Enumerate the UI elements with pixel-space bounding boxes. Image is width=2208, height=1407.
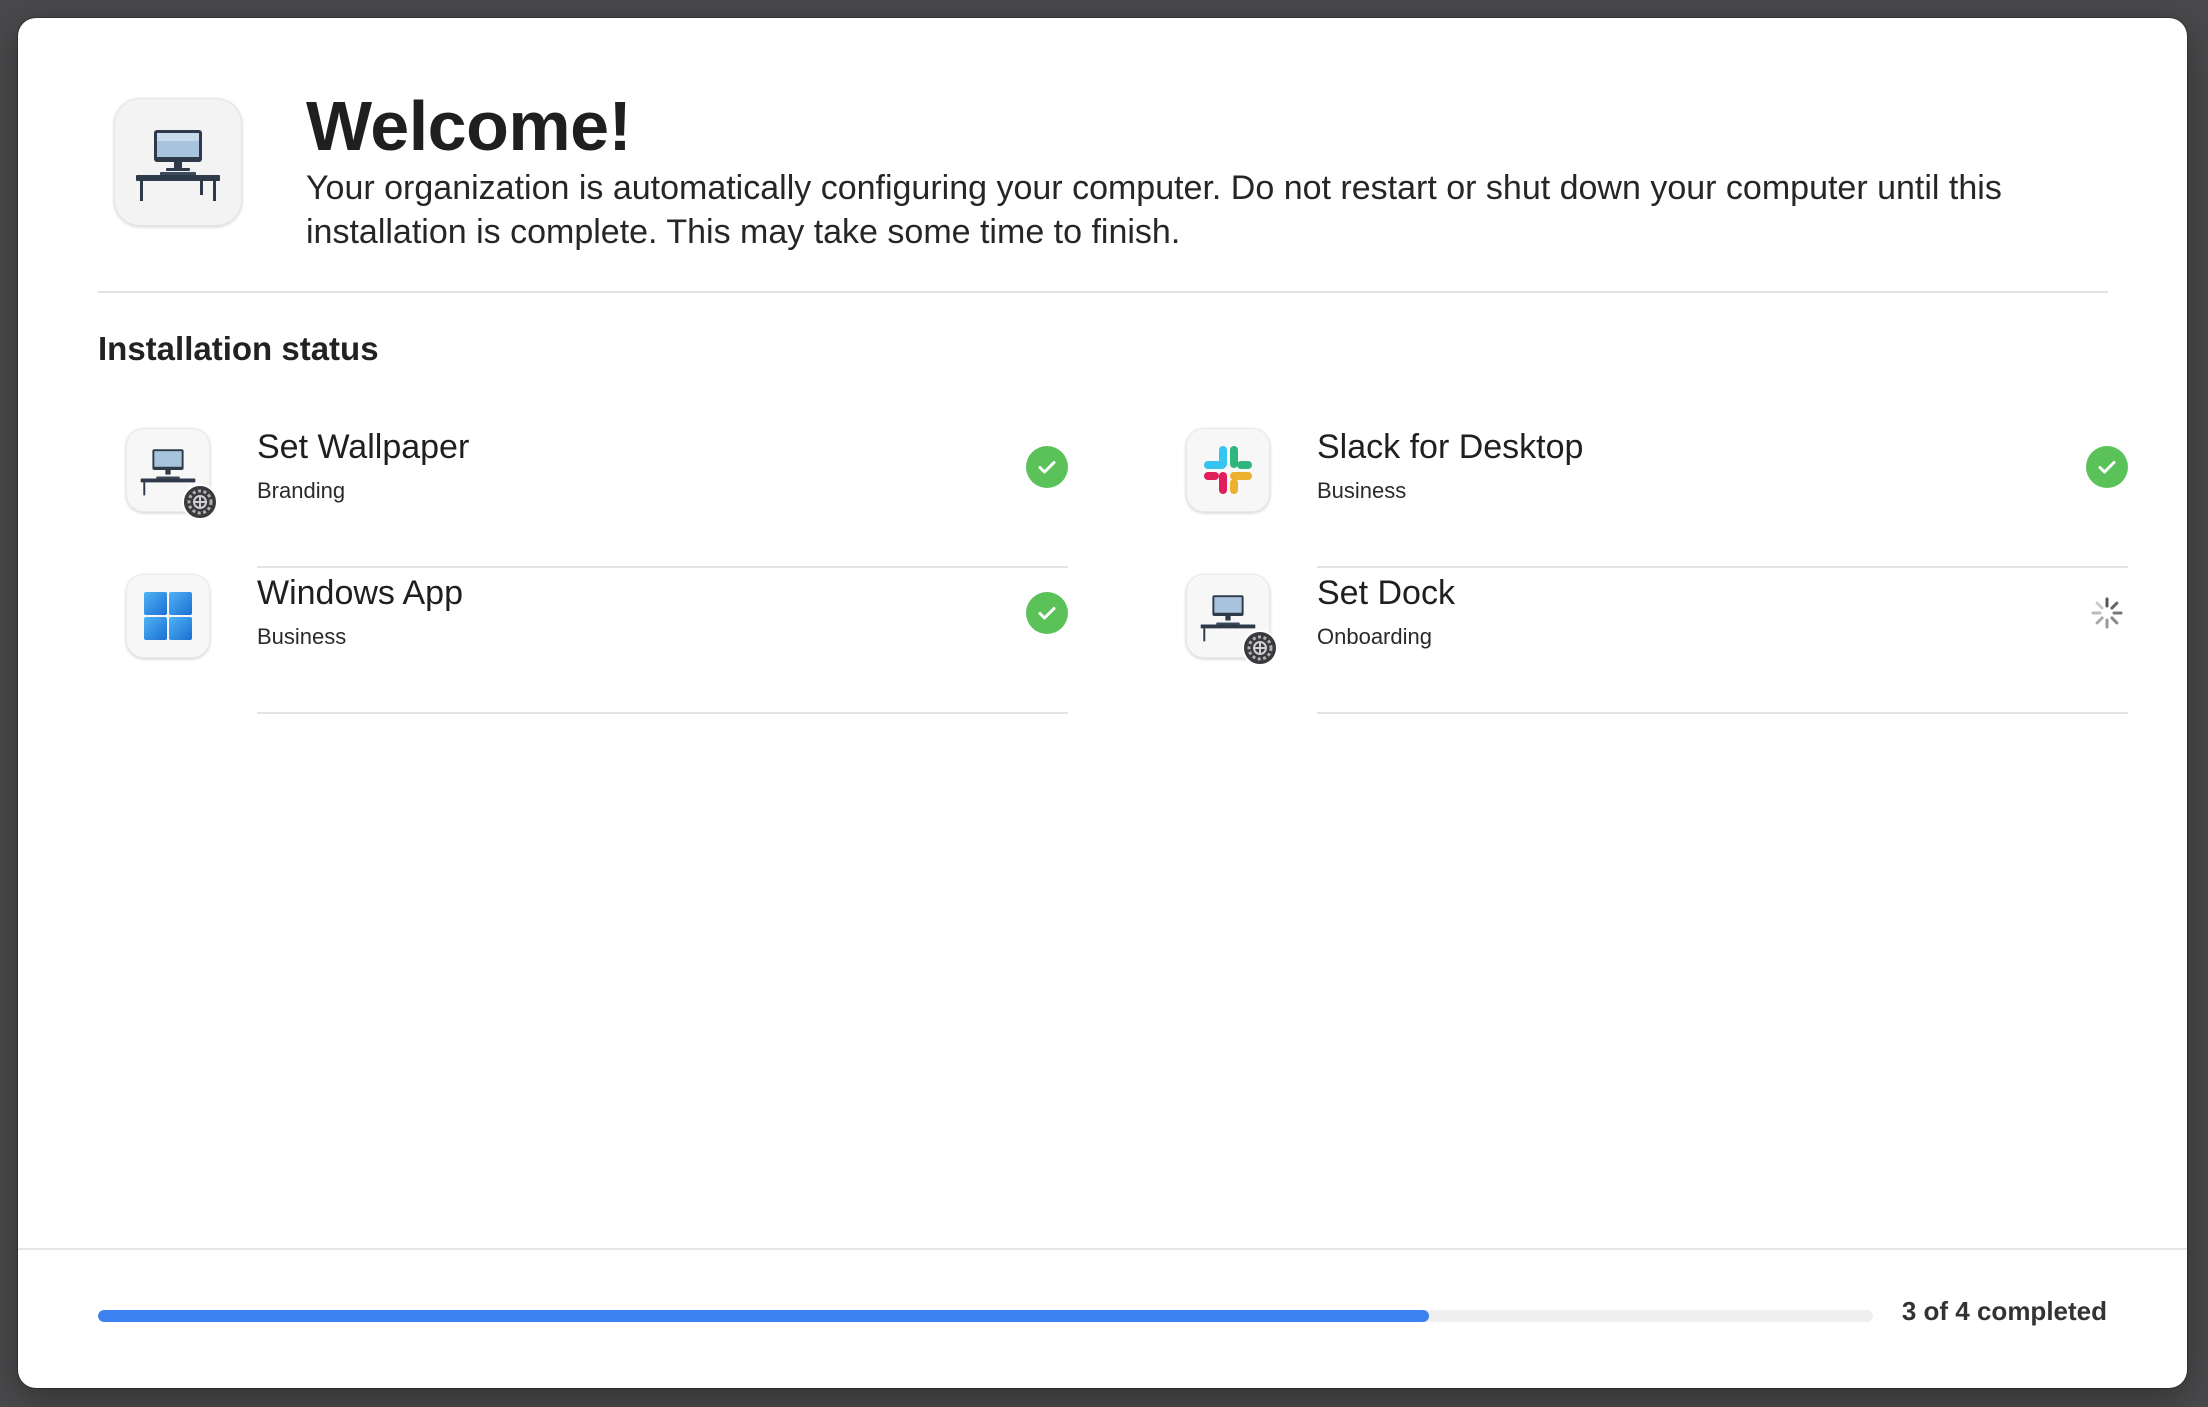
header: Welcome! Your organization is automatica… [18, 18, 2187, 292]
item-category: Business [257, 624, 347, 649]
checkmark-icon [1026, 592, 1068, 634]
gear-badge-icon [1242, 630, 1278, 666]
item-name: Set Dock [1317, 574, 1455, 612]
computer-desk-icon [114, 98, 242, 226]
list-item: Set Dock Onboarding [1178, 568, 2128, 714]
list-item: Slack for Desktop Business [1178, 422, 2128, 568]
checkmark-icon [1026, 446, 1068, 488]
slack-icon [1186, 428, 1270, 512]
header-divider [98, 291, 2108, 293]
item-category: Branding [257, 478, 346, 503]
computer-settings-icon [1186, 574, 1278, 666]
progress-bar [98, 1310, 1873, 1322]
page-title: Welcome! [306, 87, 632, 165]
item-name: Windows App [257, 574, 463, 612]
checkmark-icon [2086, 446, 2128, 488]
item-divider [1317, 712, 2128, 714]
progress-bar-fill [98, 1310, 1430, 1322]
status-in-progress [2086, 592, 2128, 634]
item-divider [257, 712, 1068, 714]
status-completed [2086, 446, 2128, 488]
spinner-icon [2091, 597, 2123, 629]
status-completed [1026, 592, 1068, 634]
gear-badge-icon [182, 484, 218, 520]
item-name: Set Wallpaper [257, 428, 470, 466]
section-title: Installation status [98, 330, 379, 367]
status-completed [1026, 446, 1068, 488]
list-item: Windows App Business [118, 568, 1068, 714]
item-category: Onboarding [1317, 624, 1432, 649]
footer-divider [18, 1248, 2187, 1250]
windows-icon [126, 574, 210, 658]
item-category: Business [1317, 478, 1407, 503]
page-description: Your organization is automatically confi… [306, 169, 2002, 251]
setup-window: Welcome! Your organization is automatica… [18, 18, 2187, 1388]
computer-settings-icon [126, 428, 218, 520]
list-item: Set Wallpaper Branding [118, 422, 1068, 568]
item-name: Slack for Desktop [1317, 428, 1584, 466]
progress-label: 3 of 4 completed [1901, 1296, 2107, 1326]
